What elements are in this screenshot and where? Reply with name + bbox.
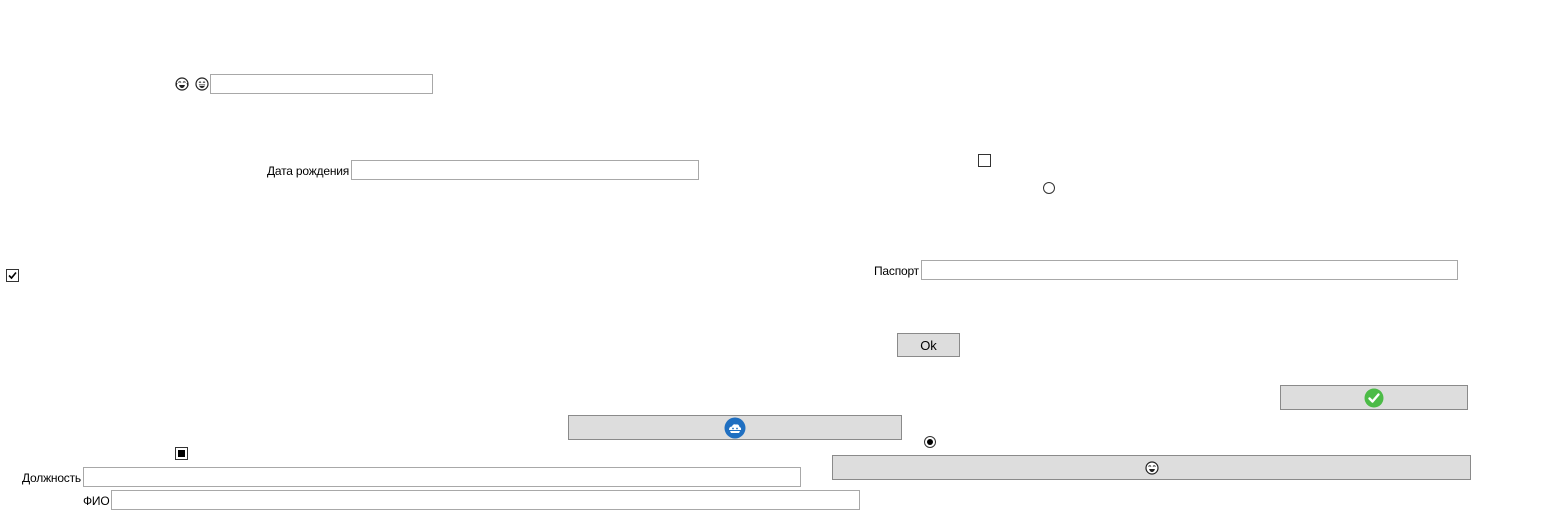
full-name-input[interactable] bbox=[111, 490, 860, 510]
blue-cloud-logo-icon bbox=[724, 417, 746, 439]
radio-top-right[interactable] bbox=[1043, 182, 1055, 194]
ok-button[interactable]: Ok bbox=[897, 333, 960, 357]
passport-input[interactable] bbox=[921, 260, 1458, 280]
checkbox-top-right[interactable] bbox=[978, 154, 991, 167]
birth-date-input[interactable] bbox=[351, 160, 699, 180]
radio-bottom-checked[interactable] bbox=[924, 436, 936, 448]
passport-label: Паспорт bbox=[874, 264, 919, 278]
top-input[interactable] bbox=[210, 74, 433, 94]
birth-date-label: Дата рождения bbox=[267, 164, 350, 178]
face-with-tears-of-joy-icon bbox=[175, 77, 189, 91]
position-input[interactable] bbox=[83, 467, 801, 487]
checkbox-bottom-indeterminate[interactable] bbox=[175, 447, 188, 460]
emoji-button[interactable] bbox=[832, 455, 1471, 480]
face-with-tears-of-joy-icon bbox=[1144, 460, 1159, 475]
checkbox-left-checked[interactable] bbox=[6, 269, 19, 282]
confirm-check-button[interactable] bbox=[1280, 385, 1468, 410]
full-name-label: ФИО bbox=[83, 494, 110, 508]
green-checkmark-icon bbox=[1364, 388, 1384, 408]
position-label: Должность bbox=[22, 471, 81, 485]
grinning-face-icon bbox=[195, 77, 209, 91]
blue-logo-button[interactable] bbox=[568, 415, 902, 440]
